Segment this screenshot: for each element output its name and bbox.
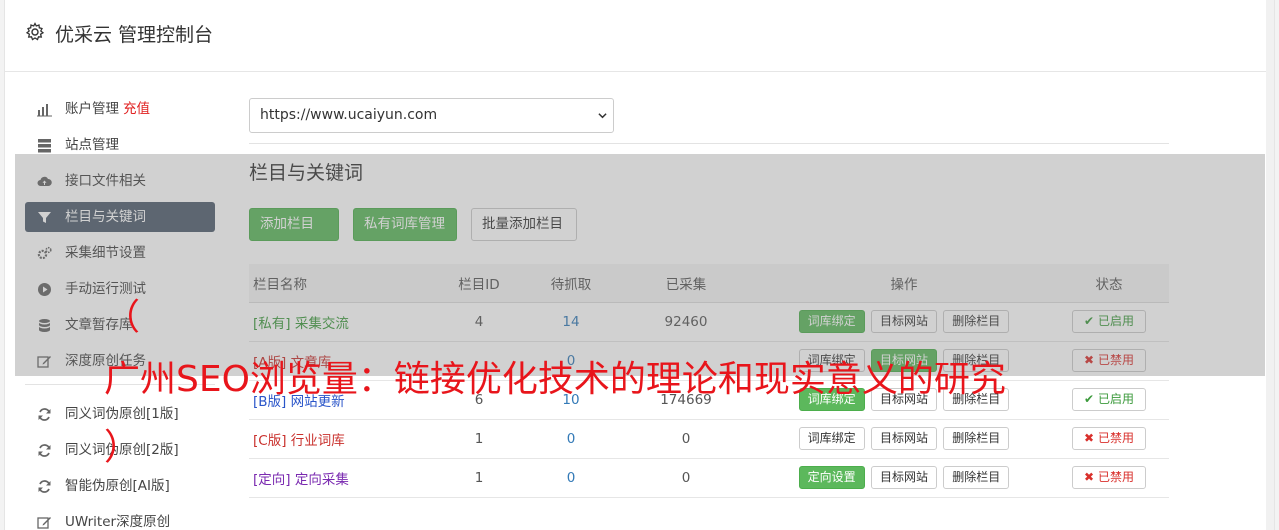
bar-chart-icon [37, 102, 52, 117]
table-row: [定向] 定向采集 1 0 0 定向设置 目标网站 删除栏目 ✖ 已禁用 [249, 458, 1169, 498]
status-label: 已禁用 [1097, 431, 1134, 445]
column-tag: [私有] [253, 315, 291, 332]
target-site-button[interactable]: 目标网站 [870, 466, 937, 489]
divider [249, 143, 1169, 144]
sidebar-item-label: 账户管理 [65, 101, 119, 117]
pending-count[interactable]: 14 [529, 302, 613, 342]
add-column-button[interactable]: 添加栏目 + [249, 208, 339, 263]
filter-icon [37, 210, 52, 225]
target-site-button[interactable]: 目标网站 [870, 310, 937, 333]
header-column-name: 栏目名称 [249, 264, 429, 303]
close-icon: ✖ [1084, 470, 1095, 484]
status-label: 已启用 [1097, 314, 1134, 328]
status-enabled-toggle[interactable]: ✔ 已启用 [1072, 310, 1146, 333]
column-name-link[interactable]: 采集交流 [295, 316, 349, 332]
sidebar-item-api-files[interactable]: 接口文件相关 [25, 166, 215, 196]
sidebar-item-label: 栏目与关键词 [65, 209, 146, 225]
bind-lexicon-button[interactable]: 词库绑定 [798, 427, 865, 450]
column-name-link[interactable]: 行业词库 [291, 433, 345, 449]
column-id: 1 [429, 419, 529, 459]
header-operations: 操作 [759, 264, 1049, 303]
collected-count: 92460 [613, 302, 759, 342]
sidebar-item-ai-original[interactable]: 智能伪原创[AI版] [25, 471, 215, 501]
status-cell: ✖ 已禁用 [1049, 419, 1169, 459]
column-id: 1 [429, 458, 529, 498]
status-label: 已禁用 [1097, 470, 1134, 484]
page-scrollbar[interactable] [1266, 0, 1274, 530]
overlay-open-paren: （ [104, 297, 141, 338]
header-status: 状态 [1049, 264, 1169, 303]
play-circle-icon [37, 282, 52, 297]
header: 优采云 管理控制台 [5, 0, 1274, 72]
refresh-icon [37, 479, 52, 494]
sidebar-item-label: UWriter深度原创 [65, 514, 171, 530]
sidebar-item-label: 智能伪原创[AI版] [65, 478, 170, 494]
status-disabled-toggle[interactable]: ✖ 已禁用 [1072, 466, 1146, 489]
sidebar-item-collect-settings[interactable]: 采集细节设置 [25, 238, 215, 268]
column-name-cell: [定向] 定向采集 [249, 458, 429, 498]
sidebar-item-columns-keywords[interactable]: 栏目与关键词 [25, 202, 215, 232]
sidebar-item-label: 采集细节设置 [65, 245, 146, 261]
sidebar-item-sites[interactable]: 站点管理 [25, 130, 215, 160]
gear-icon [25, 22, 45, 41]
cloud-upload-icon [37, 174, 52, 189]
pending-count[interactable]: 0 [529, 458, 613, 498]
chevron-down-icon [598, 113, 607, 119]
edit-icon [37, 515, 52, 530]
table-row: [C版] 行业词库 1 0 0 词库绑定 目标网站 删除栏目 ✖ 已禁用 [249, 419, 1169, 459]
site-select-value: https://www.ucaiyun.com [260, 107, 438, 123]
column-name-link[interactable]: 定向采集 [295, 472, 349, 488]
table-row: [私有] 采集交流 4 14 92460 词库绑定 目标网站 删除栏目 ✔ 已启… [249, 302, 1169, 342]
status-disabled-toggle[interactable]: ✖ 已禁用 [1072, 427, 1146, 450]
column-tag: [定向] [253, 471, 291, 488]
refresh-icon [37, 443, 52, 458]
recharge-link[interactable]: 充值 [123, 101, 150, 117]
column-name-cell: [C版] 行业词库 [249, 419, 429, 459]
operations-cell: 定向设置 目标网站 删除栏目 [759, 458, 1049, 498]
delete-column-button[interactable]: 删除栏目 [943, 427, 1010, 450]
check-icon: ✔ [1084, 314, 1095, 328]
overlay-close-paren: ） [104, 427, 141, 468]
collected-count: 0 [613, 419, 759, 459]
private-lexicon-button[interactable]: 私有词库管理 [353, 208, 457, 241]
column-id: 4 [429, 302, 529, 342]
delete-column-button[interactable]: 删除栏目 [943, 310, 1010, 333]
delete-column-button[interactable]: 删除栏目 [943, 466, 1010, 489]
pending-count[interactable]: 0 [529, 419, 613, 459]
header-collected: 已采集 [613, 264, 759, 303]
overlay-headline: 广州SEO浏览量：链接优化技术的理论和现实意义的研究 [104, 359, 1006, 400]
database-icon [37, 318, 52, 333]
header-column-id: 栏目ID [429, 264, 529, 303]
bind-lexicon-button[interactable]: 词库绑定 [798, 310, 865, 333]
collected-count: 0 [613, 458, 759, 498]
directional-settings-button[interactable]: 定向设置 [798, 466, 865, 489]
header-pending: 待抓取 [529, 264, 613, 303]
status-cell: ✖ 已禁用 [1049, 458, 1169, 498]
sidebar-item-label: 接口文件相关 [65, 173, 146, 189]
edit-icon [37, 354, 52, 369]
batch-add-column-button[interactable]: 批量添加栏目 [471, 208, 577, 241]
target-site-button[interactable]: 目标网站 [870, 427, 937, 450]
table-header-row: 栏目名称 栏目ID 待抓取 已采集 操作 状态 [249, 264, 1169, 303]
operations-cell: 词库绑定 目标网站 删除栏目 [759, 302, 1049, 342]
close-icon: ✖ [1084, 431, 1095, 445]
operations-cell: 词库绑定 目标网站 删除栏目 [759, 419, 1049, 459]
section-title: 栏目与关键词 [249, 162, 364, 184]
sidebar-item-account[interactable]: 账户管理 充值 [25, 94, 215, 124]
status-cell: ✔ 已启用 [1049, 302, 1169, 342]
page-title: 优采云 管理控制台 [55, 24, 214, 46]
app-frame: 优采云 管理控制台 账户管理 充值 站点管理 接口文件相关 栏目与关键词 采集细… [4, 0, 1275, 530]
site-select[interactable]: https://www.ucaiyun.com [249, 98, 614, 133]
sidebar-item-label: 站点管理 [65, 137, 119, 153]
column-name-cell: [私有] 采集交流 [249, 302, 429, 342]
server-icon [37, 138, 52, 153]
column-tag: [C版] [253, 432, 287, 449]
cogs-icon [37, 246, 52, 261]
refresh-icon [37, 407, 52, 422]
sidebar-item-uwriter[interactable]: UWriter深度原创 [25, 507, 215, 530]
